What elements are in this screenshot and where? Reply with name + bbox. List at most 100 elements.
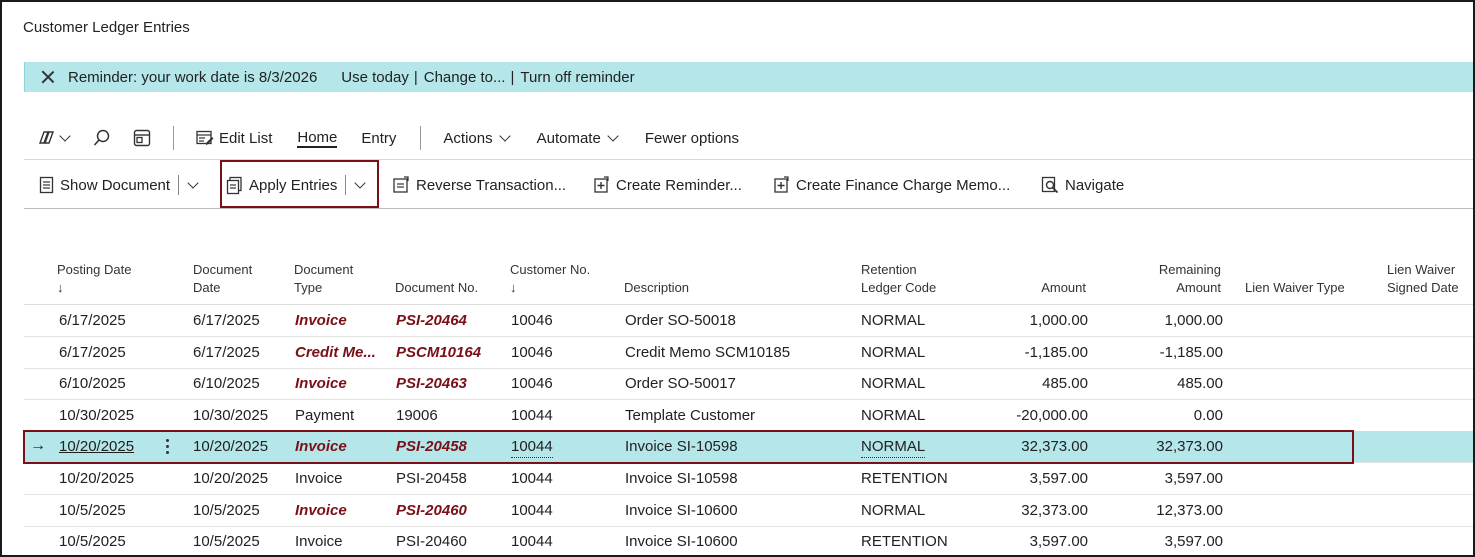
table-row[interactable]: 6/10/2025 6/10/2025 Invoice PSI-20463 10046 O…	[24, 368, 1473, 401]
col-header-lien-waiver-signed-date[interactable]: Lien Waiver Signed Date	[1387, 261, 1459, 297]
create-finance-charge-memo-label: Create Finance Charge Memo...	[796, 176, 1011, 194]
document-type-cell: Credit Me...	[295, 343, 376, 361]
posting-date-cell[interactable]: 6/10/2025	[59, 368, 126, 399]
table-row[interactable]: 6/17/2025 6/17/2025 Credit Me... PSCM10164 1…	[24, 337, 1473, 369]
col-header-posting-date[interactable]: Posting Date ↓	[57, 261, 131, 297]
fewer-options-button[interactable]: Fewer options	[645, 121, 739, 155]
table-row[interactable]: 10/5/2025 10/5/2025 Invoice PSI-20460 10044 I…	[24, 495, 1473, 527]
edit-list-label: Edit List	[219, 129, 273, 147]
customer-no-cell[interactable]: 10044	[511, 463, 553, 494]
reminder-separator: |	[510, 68, 515, 86]
chevron-down-icon[interactable]	[187, 176, 199, 189]
col-header-document-no[interactable]: Document No.	[395, 279, 478, 297]
posting-date-cell[interactable]: 10/30/2025	[59, 400, 134, 431]
amount-cell: 1,000.00	[1029, 312, 1088, 329]
document-no-cell[interactable]: PSI-20464	[396, 305, 467, 336]
table-row[interactable]: 6/17/2025 6/17/2025 Invoice PSI-20464 10046 O…	[24, 305, 1473, 337]
document-type-cell: Payment	[295, 406, 355, 424]
search-icon	[93, 129, 110, 146]
close-icon[interactable]	[40, 69, 56, 85]
col-header-document-date[interactable]: Document Date	[193, 261, 252, 297]
copilot-icon	[39, 131, 54, 144]
turn-off-reminder-link[interactable]: Turn off reminder	[520, 69, 634, 86]
document-type-cell: Invoice	[295, 533, 343, 551]
create-reminder-icon	[594, 176, 609, 193]
description-cell: Invoice SI-10600	[625, 501, 738, 519]
edit-list-button[interactable]: Edit List	[196, 121, 272, 155]
customer-no-cell[interactable]: 10044	[511, 526, 553, 555]
use-today-link[interactable]: Use today	[341, 69, 409, 86]
amount-cell: 32,373.00	[1021, 501, 1088, 519]
customer-no-cell[interactable]: 10046	[511, 337, 553, 368]
work-date-reminder-bar: Reminder: your work date is 8/3/2026 Use…	[24, 62, 1473, 92]
retention-code-cell: NORMAL	[861, 501, 926, 519]
automate-label: Automate	[536, 129, 601, 147]
search-button[interactable]	[93, 121, 111, 155]
document-no-cell[interactable]: PSI-20463	[396, 368, 467, 399]
promoted-actions-toolbar: Show Document Apply Entries Reverse Tran…	[24, 159, 1473, 210]
col-header-retention-ledger-code[interactable]: Retention Ledger Code	[861, 261, 936, 297]
remaining-amount-cell: 1,000.00	[1164, 312, 1223, 329]
amount-cell: 3,597.00	[1029, 470, 1088, 487]
document-no-cell[interactable]: PSCM10164	[396, 337, 481, 368]
document-date-cell: 6/17/2025	[193, 343, 260, 361]
document-date-cell: 10/5/2025	[193, 501, 260, 519]
tab-home[interactable]: Home	[297, 121, 338, 155]
apply-entries-highlight	[220, 160, 379, 208]
chevron-down-icon	[59, 129, 71, 142]
customer-no-cell[interactable]: 10046	[511, 368, 553, 399]
tab-entry[interactable]: Entry	[361, 121, 396, 155]
edit-list-icon	[196, 130, 214, 145]
retention-code-cell: NORMAL	[861, 343, 926, 361]
filter-pane-button[interactable]	[133, 121, 151, 155]
customer-no-cell[interactable]: 10044	[511, 400, 553, 431]
table-row[interactable]: 10/5/2025 10/5/2025 Invoice PSI-20460 10044 I…	[24, 526, 1473, 555]
col-header-document-type[interactable]: Document Type	[294, 261, 353, 297]
table-row[interactable]: 10/20/2025 10/20/2025 Invoice PSI-20458 1004…	[24, 463, 1473, 495]
customer-no-cell[interactable]: 10044	[511, 495, 553, 526]
reminder-separator: |	[413, 68, 418, 86]
amount-cell: 485.00	[1042, 375, 1088, 393]
reverse-transaction-button[interactable]: Reverse Transaction...	[392, 160, 566, 210]
document-no-cell[interactable]: PSI-20460	[396, 526, 467, 555]
posting-date-cell[interactable]: 6/17/2025	[59, 337, 126, 368]
document-date-cell: 10/5/2025	[193, 533, 260, 551]
navigate-button[interactable]: Navigate	[1041, 160, 1124, 210]
create-finance-charge-memo-button[interactable]: Create Finance Charge Memo...	[773, 160, 1010, 210]
posting-date-cell[interactable]: 10/20/2025	[59, 463, 134, 494]
posting-date-cell[interactable]: 10/5/2025	[59, 495, 126, 526]
document-no-cell[interactable]: PSI-20458	[396, 463, 467, 494]
document-date-cell: 6/17/2025	[193, 312, 260, 329]
chevron-down-icon	[607, 129, 619, 142]
document-date-cell: 6/10/2025	[193, 375, 260, 393]
posting-date-cell[interactable]: 10/5/2025	[59, 526, 126, 555]
document-icon	[39, 176, 54, 194]
col-header-customer-no[interactable]: Customer No. ↓	[510, 261, 590, 297]
col-header-amount[interactable]: Amount	[986, 279, 1086, 297]
description-cell: Credit Memo SCM10185	[625, 343, 791, 361]
actions-menu[interactable]: Actions	[443, 121, 511, 155]
change-to-link[interactable]: Change to...	[424, 69, 506, 86]
col-header-remaining-amount[interactable]: Remaining Amount	[1121, 261, 1221, 297]
tab-home-label: Home	[297, 128, 338, 148]
page-frame: Customer Ledger Entries Reminder: your w…	[0, 0, 1475, 557]
document-no-cell[interactable]: 19006	[396, 400, 438, 431]
document-date-cell: 10/30/2025	[193, 406, 269, 424]
amount-cell: -1,185.00	[1024, 343, 1088, 361]
document-no-cell[interactable]: PSI-20460	[396, 495, 467, 526]
show-document-button[interactable]: Show Document	[39, 160, 199, 210]
posting-date-cell[interactable]: 6/17/2025	[59, 305, 126, 336]
remaining-amount-cell: 3,597.00	[1164, 470, 1223, 487]
reverse-transaction-label: Reverse Transaction...	[416, 176, 567, 194]
description-cell: Order SO-50018	[625, 312, 736, 329]
table-row[interactable]: 10/30/2025 10/30/2025 Payment 19006 10044 Tem…	[24, 400, 1473, 432]
customer-no-cell[interactable]: 10046	[511, 305, 553, 336]
col-header-lien-waiver-type[interactable]: Lien Waiver Type	[1245, 279, 1345, 297]
copilot-menu-button[interactable]	[36, 121, 71, 155]
reverse-transaction-icon	[393, 176, 409, 193]
col-header-description[interactable]: Description	[624, 279, 689, 297]
ledger-entries-table: Posting Date ↓ Document Date Document Type …	[23, 209, 1473, 555]
navigate-icon	[1041, 176, 1059, 194]
create-reminder-button[interactable]: Create Reminder...	[593, 160, 742, 210]
automate-menu[interactable]: Automate	[536, 121, 619, 155]
